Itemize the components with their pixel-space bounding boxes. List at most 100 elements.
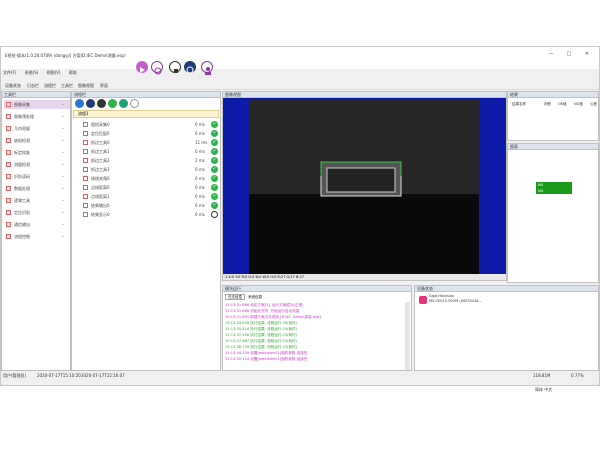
chevron-down-icon: ⌄ xyxy=(61,197,66,203)
edge-icon xyxy=(83,167,88,172)
user-icon[interactable] xyxy=(201,61,213,75)
flow-item[interactable]: 抓边工具1 0 ms ✓ xyxy=(83,147,219,156)
flow-item[interactable]: 抓边工具0 11 ms ✓ xyxy=(83,138,219,147)
log-panel: 模块运行 日志信息 系统信息 15:13:31.666 设定方案[1], 运行方… xyxy=(222,285,412,371)
pixel-readout: 1 X:0 Y:0 R:0 G:0 B:0 W:0 H:0 R:27 G:27 … xyxy=(223,274,506,280)
no-status-icon xyxy=(211,211,218,218)
menu-help[interactable]: 帮助 xyxy=(69,70,77,75)
flow-item[interactable]: 点线距离0 0 ms ✓ xyxy=(83,183,219,192)
flow-item[interactable]: 抓边工具3 0 ms ✓ xyxy=(83,165,219,174)
remove-flow-icon[interactable] xyxy=(86,99,95,108)
chevron-down-icon: ⌄ xyxy=(61,125,66,131)
maximize-button[interactable]: □ xyxy=(559,49,579,59)
ok-status-icon: ✓ xyxy=(211,202,218,209)
minimize-button[interactable]: — xyxy=(541,49,561,59)
ok-status-icon: ✓ xyxy=(211,121,218,128)
tool-category[interactable]: 识别读码 ⌄ xyxy=(4,172,70,181)
ok-status-icon: ✓ xyxy=(211,157,218,164)
stop-icon[interactable] xyxy=(169,61,181,73)
tool-category[interactable]: 几何测量 ⌄ xyxy=(4,124,70,133)
result-panel: 结果 结果名称 判断 OK值 NG值 公差 xyxy=(507,91,599,141)
graph-panel: 图表 NG NG xyxy=(507,143,599,283)
tab-log-info[interactable]: 日志信息 xyxy=(225,294,245,300)
edge-icon xyxy=(83,158,88,163)
flow-item[interactable]: 结果显示0 0 ms xyxy=(83,210,219,219)
ok-status-icon: ✓ xyxy=(211,148,218,155)
tool-category[interactable]: 缺陷检测 ⌄ xyxy=(4,136,70,145)
tool-category[interactable]: 图像预处理 ⌄ xyxy=(4,112,70,121)
ok-status-icon: ✓ xyxy=(211,130,218,137)
flow-item[interactable]: 结果输出0 0 ms ✓ xyxy=(83,201,219,210)
device-vendor: Gigit.Hikvision xyxy=(429,294,455,298)
match-icon xyxy=(83,131,88,136)
status-user: 用户(管理员) xyxy=(3,373,27,378)
flow-item[interactable]: 定位匹配0 0 ms ✓ xyxy=(83,129,219,138)
tool-category[interactable]: 流程控制 ⌄ xyxy=(4,232,70,241)
distance-icon xyxy=(83,185,88,190)
flow-panel-header: 流程栏 xyxy=(72,92,220,98)
toolbar-log[interactable]: 日志栏 xyxy=(27,83,39,89)
loop-icon[interactable] xyxy=(119,99,128,108)
log-scrollbar[interactable] xyxy=(405,302,410,370)
log-tabs: 日志信息 系统信息 xyxy=(225,294,264,300)
flow-item[interactable]: 点线距离1 0 ms ✓ xyxy=(83,192,219,201)
add-flow-icon[interactable] xyxy=(75,99,84,108)
toolbar-flow[interactable]: 流程栏 xyxy=(44,83,56,89)
flow-item[interactable]: 相机采集0 0 ms ✓ xyxy=(83,120,219,129)
menu-bar: 文件(F) 系统(S) 视图(V) 帮助 xyxy=(3,70,84,78)
tool-category[interactable]: 标定校准 ⌄ xyxy=(4,148,70,157)
menu-view[interactable]: 视图(V) xyxy=(47,70,61,75)
category-icon xyxy=(6,138,11,143)
tab-system-info[interactable]: 系统信息 xyxy=(246,295,264,299)
distance-icon xyxy=(83,194,88,199)
category-icon xyxy=(6,174,11,179)
category-icon xyxy=(6,198,11,203)
chevron-down-icon: ⌄ xyxy=(61,185,66,191)
toolbar-tools[interactable]: 工具栏 xyxy=(61,83,73,89)
app-window: E视觉-版本(1.0.20.0709) (dongyji) 方案(D:\EC D… xyxy=(0,46,600,386)
toolbar-layout[interactable]: 界面 xyxy=(100,83,108,89)
chevron-down-icon: ⌄ xyxy=(61,173,66,179)
loop-run-icon[interactable] xyxy=(151,61,163,75)
result-table-header: 结果名称 判断 OK值 NG值 公差 xyxy=(512,102,597,106)
run-once-icon[interactable] xyxy=(108,99,117,108)
stop-flow-icon[interactable] xyxy=(130,99,139,108)
tool-category[interactable]: 逻辑工具 ⌄ xyxy=(4,196,70,205)
chevron-down-icon: ⌄ xyxy=(61,101,66,107)
ok-status-icon: ✓ xyxy=(211,184,218,191)
output-icon xyxy=(83,203,88,208)
tool-category[interactable]: 通信输出 ⌄ xyxy=(4,220,70,229)
tool-category[interactable]: 定位识别 ⌄ xyxy=(4,208,70,217)
category-icon xyxy=(6,114,11,119)
category-icon xyxy=(6,186,11,191)
category-icon xyxy=(6,210,11,215)
result-panel-header: 结果 xyxy=(508,92,598,98)
menu-file[interactable]: 文件(F) xyxy=(3,70,16,75)
log-panel-header: 模块运行 xyxy=(223,286,411,292)
chevron-down-icon: ⌄ xyxy=(61,137,66,143)
chevron-down-icon: ⌄ xyxy=(61,221,66,227)
toolbar-device-status[interactable]: 设备状态 xyxy=(5,83,21,89)
tool-category[interactable]: 测量检测 ⌄ xyxy=(4,160,70,169)
ng-indicator: NG NG xyxy=(536,182,572,194)
category-icon xyxy=(6,222,11,227)
chevron-down-icon: ⌄ xyxy=(61,113,66,119)
chevron-down-icon: ⌄ xyxy=(61,149,66,155)
close-button[interactable]: ✕ xyxy=(577,49,597,59)
tool-category[interactable]: 数据处理 ⌄ xyxy=(4,184,70,193)
ok-status-icon: ✓ xyxy=(211,166,218,173)
toolbar-image-view[interactable]: 图像视图 xyxy=(78,83,94,89)
flow-item[interactable]: 抓边工具2 2 ms ✓ xyxy=(83,156,219,165)
tool-category[interactable]: 图像采集 ⌄ xyxy=(4,100,70,109)
speed-icon[interactable] xyxy=(184,61,196,74)
category-icon xyxy=(6,234,11,239)
flow-item[interactable]: 线线夹角0 0 ms ✓ xyxy=(83,174,219,183)
title-bar: E视觉-版本(1.0.20.0709) (dongyji) 方案(D:\EC D… xyxy=(1,47,599,69)
status-start-time: 2020-07-17T15:10:20 xyxy=(37,373,81,378)
ok-status-icon: ✓ xyxy=(211,139,218,146)
image-canvas[interactable] xyxy=(223,98,506,274)
settings-icon[interactable] xyxy=(97,99,106,108)
menu-system[interactable]: 系统(S) xyxy=(25,70,39,75)
run-icon[interactable] xyxy=(136,61,148,73)
flow-tab[interactable]: 流程1 xyxy=(73,110,219,118)
